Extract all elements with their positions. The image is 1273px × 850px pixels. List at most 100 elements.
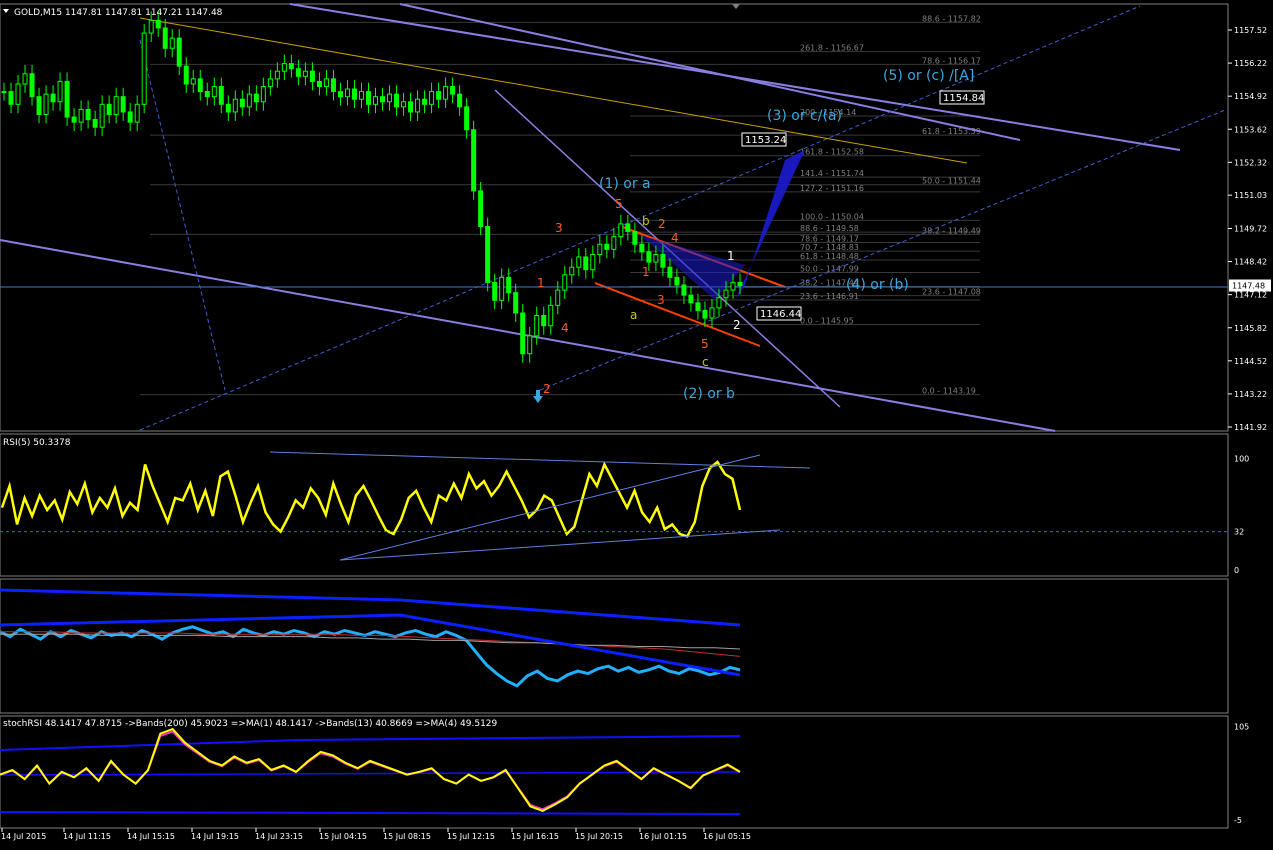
- elliott-wave-label: (1) or a: [599, 176, 651, 192]
- candle-body: [408, 101, 414, 113]
- candle-body: [450, 85, 456, 95]
- candle-body: [681, 284, 687, 296]
- candle-body: [457, 93, 463, 108]
- chart-title: GOLD,M15 1147.81 1147.81 1147.21 1147.48: [14, 8, 223, 18]
- candle-body: [288, 63, 294, 70]
- price-tick-label: 1148.42: [1234, 258, 1267, 267]
- chart-menu-triangle-icon[interactable]: [3, 9, 9, 13]
- price-tick-label: 1145.82: [1234, 324, 1267, 333]
- candle-body: [106, 103, 112, 115]
- elliott-wave-label: (3) or c/(a): [767, 108, 842, 124]
- rsi-axis-label: 0: [1234, 566, 1239, 575]
- fib-level-label: 0.0 - 1143.19: [922, 387, 976, 396]
- elliott-wave-label: (2) or b: [683, 386, 735, 402]
- wave-count-label: 1: [642, 265, 650, 279]
- fib-level-label: 88.6 - 1149.58: [800, 224, 859, 233]
- rsi-series-line: [0, 460, 742, 538]
- candle-body: [478, 190, 484, 227]
- candle-body: [274, 70, 280, 80]
- stoch-main-line: [0, 727, 741, 812]
- candle-body: [127, 111, 133, 123]
- fib-level-label: 50.0 - 1151.44: [922, 177, 981, 186]
- candle-body: [436, 91, 442, 100]
- candle-body: [183, 65, 189, 85]
- wave-count-label: c: [702, 355, 709, 369]
- candle-body: [169, 37, 175, 49]
- candle-body: [302, 70, 308, 77]
- time-tick-label: 15 Jul 16:15: [511, 832, 559, 841]
- candle-body: [590, 253, 596, 271]
- price-tick-label: 1147.12: [1234, 291, 1267, 300]
- candle-body: [716, 297, 722, 309]
- candle-body: [646, 251, 652, 263]
- candle-body: [309, 70, 315, 82]
- wave-count-label: 3: [555, 221, 563, 235]
- trend-line: [594, 282, 761, 347]
- candle-body: [667, 266, 673, 278]
- wave-count-label: 2: [658, 217, 666, 231]
- candle-body: [394, 93, 400, 108]
- candle-body: [471, 129, 477, 192]
- candle-body: [597, 243, 603, 255]
- fib-level-label: 50.0 - 1147.99: [800, 265, 859, 274]
- ma-panel-frame: [0, 578, 1229, 714]
- candle-body: [253, 93, 259, 103]
- stochrsi-plot: 105 -5: [0, 722, 1249, 825]
- candle-body: [709, 307, 715, 319]
- candle-body: [148, 19, 154, 34]
- candle-body: [204, 91, 210, 98]
- candle-body: [246, 93, 252, 108]
- candle-body: [316, 80, 322, 87]
- wave-count-label: 5: [615, 197, 623, 211]
- candle-body: [548, 304, 554, 327]
- stoch-axis-label: 105: [1234, 722, 1249, 731]
- candle-body: [176, 37, 182, 67]
- candle-body: [155, 19, 161, 29]
- wave-count-label: b: [642, 214, 650, 228]
- candle-body: [267, 78, 273, 87]
- chart-canvas: 88.6 - 1157.82 261.8 - 1156.67 78.6 - 1156…: [0, 3, 1271, 841]
- wave-count-label: 4: [561, 321, 569, 335]
- candle-body: [688, 294, 694, 304]
- candle-body: [64, 80, 70, 118]
- candle-body: [120, 96, 126, 113]
- scroll-marker-icon[interactable]: [732, 4, 740, 9]
- candle-body: [562, 274, 568, 291]
- candle-body: [464, 106, 470, 131]
- candle-body: [71, 116, 77, 123]
- elliott-wave-label: (5) or (c) /[A]: [883, 68, 974, 84]
- candle-body: [618, 223, 624, 238]
- price-marker: 1154.84: [939, 90, 985, 105]
- candle-body: [85, 108, 91, 121]
- fib-level-label: 70.7 - 1148.83: [800, 243, 859, 252]
- candle-body: [162, 27, 168, 49]
- candle-body: [239, 98, 245, 108]
- price-tick-label: 1152.32: [1234, 158, 1267, 167]
- stoch-lower-band-line: [0, 811, 741, 815]
- fibonacci-levels: 88.6 - 1157.82 261.8 - 1156.67 78.6 - 1156…: [140, 14, 981, 396]
- candle-body: [358, 91, 364, 100]
- candle-body: [1, 91, 7, 94]
- fib-level-label: 61.8 - 1148.48: [800, 252, 859, 261]
- time-tick-label: 14 Jul 11:15: [63, 832, 111, 841]
- candle-body: [22, 73, 28, 85]
- candle-body: [29, 73, 35, 98]
- candle-body: [737, 281, 743, 287]
- candle-body: [555, 289, 561, 306]
- rsi-plot: 100 32 0: [0, 451, 1249, 575]
- price-tick-label: 1143.22: [1234, 390, 1267, 399]
- time-tick-label: 14 Jul 2015: [1, 832, 46, 841]
- fib-level-label: 127.2 - 1151.16: [800, 184, 864, 193]
- candle-body: [218, 85, 224, 105]
- low-arrow-icon: [533, 390, 543, 403]
- candle-body: [15, 83, 21, 105]
- candle-body: [260, 85, 266, 103]
- candle-body: [604, 243, 610, 250]
- candle-body: [99, 103, 105, 128]
- candle-body: [8, 91, 14, 105]
- candle-body: [380, 96, 386, 103]
- candle-body: [499, 276, 505, 301]
- fib-level-label: 88.6 - 1157.82: [922, 14, 981, 23]
- rsi-label: RSI(5) 50.3378: [3, 438, 71, 448]
- rsi-trend-line: [269, 451, 811, 469]
